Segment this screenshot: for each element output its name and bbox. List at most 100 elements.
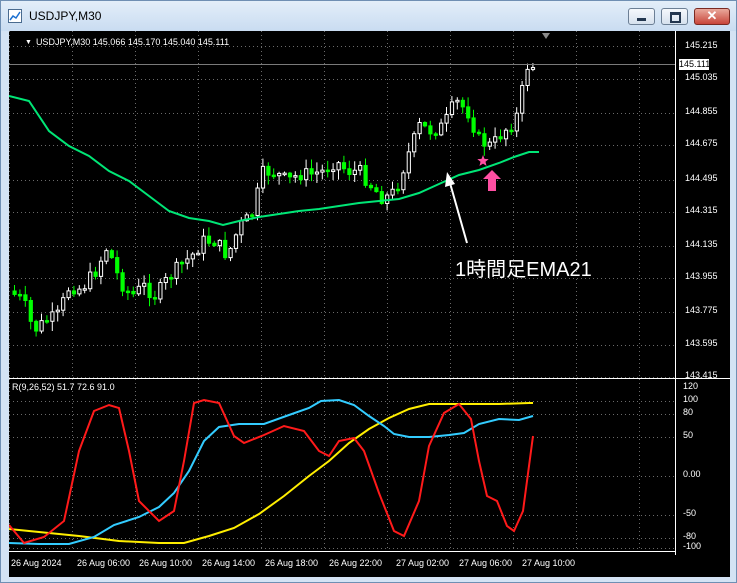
candle-body xyxy=(341,162,347,170)
price-tick-label: 144.315 xyxy=(685,205,718,215)
candle-body xyxy=(34,320,39,332)
candle-body xyxy=(71,290,77,295)
candle-body xyxy=(82,288,87,291)
time-tick-label: 26 Aug 18:00 xyxy=(265,558,319,568)
time-tick-label: 27 Aug 02:00 xyxy=(396,558,450,568)
candle-body xyxy=(514,112,519,132)
candle-body xyxy=(412,133,417,153)
candle-body xyxy=(331,169,336,173)
candle-body xyxy=(212,242,217,247)
maximize-button[interactable] xyxy=(661,8,688,25)
candle-body xyxy=(260,165,266,189)
candle-body xyxy=(131,290,136,295)
annotation-arrow-line xyxy=(449,182,468,244)
candle-body xyxy=(88,271,93,290)
candle-body xyxy=(449,101,455,116)
candle-body xyxy=(282,172,287,176)
candle-body xyxy=(147,282,152,299)
candle-body xyxy=(476,131,482,135)
oscillator-tick-label: 100 xyxy=(683,394,699,404)
window-title: USDJPY,M30 xyxy=(29,9,102,23)
candlestick-series xyxy=(12,63,536,337)
candle-body xyxy=(255,187,260,216)
time-tick-label: 26 Aug 10:00 xyxy=(139,558,193,568)
candle-body xyxy=(444,114,449,124)
candle-body xyxy=(493,136,498,143)
candle-body xyxy=(428,125,433,135)
candle-body xyxy=(530,67,536,70)
main-panel-header: USDJPY,M30 145.066 145.170 145.040 145.1… xyxy=(25,37,229,47)
candle-body xyxy=(17,293,23,297)
candle-body xyxy=(190,253,195,260)
candle-body xyxy=(179,261,185,265)
candle-body xyxy=(503,129,509,140)
candle-body xyxy=(93,271,98,277)
price-tick-label: 143.415 xyxy=(685,370,718,380)
oscillator-tick-label: 120 xyxy=(683,381,699,391)
candle-body xyxy=(158,282,163,300)
candle-body xyxy=(185,258,190,264)
rci-long-line xyxy=(9,402,533,544)
candle-body xyxy=(77,288,82,295)
candle-body xyxy=(433,133,438,136)
candle-body xyxy=(115,257,120,274)
candle-body xyxy=(239,220,244,236)
candle-body xyxy=(125,290,131,294)
candle-body xyxy=(142,282,147,287)
candle-body xyxy=(196,252,201,256)
candle-body xyxy=(417,122,422,135)
oscillator-header: R(9,26,52) 51.7 72.6 91.0 xyxy=(12,382,115,392)
title-bar[interactable]: USDJPY,M30 ✕ xyxy=(1,1,736,31)
candle-body xyxy=(293,175,298,178)
candle-body xyxy=(228,247,233,259)
chart-canvas[interactable] xyxy=(9,31,730,577)
oscillator-tick-label: 50 xyxy=(683,430,694,440)
candle-body xyxy=(174,261,179,279)
candle-body xyxy=(152,297,158,300)
time-tick-label: 27 Aug 10:00 xyxy=(522,558,576,568)
candle-body xyxy=(12,290,17,295)
candle-body xyxy=(169,277,174,280)
price-tick-label: 144.855 xyxy=(685,106,718,116)
time-tick-label: 26 Aug 14:00 xyxy=(202,558,256,568)
candle-body xyxy=(498,136,503,140)
price-tick-label: 145.035 xyxy=(685,72,718,82)
minimize-button[interactable] xyxy=(628,8,655,25)
oscillator-tick-label: 0.00 xyxy=(683,469,701,479)
time-tick-label: 26 Aug 22:00 xyxy=(329,558,383,568)
oscillator-tick-label: -80 xyxy=(683,531,697,541)
candle-body xyxy=(28,299,33,322)
candle-body xyxy=(98,260,104,277)
candle-body xyxy=(439,122,444,136)
candle-body xyxy=(368,184,374,189)
candle-body xyxy=(163,277,168,284)
candle-body xyxy=(406,151,411,174)
candle-body xyxy=(266,165,271,176)
rci-mid-line xyxy=(9,398,534,545)
chart-grid xyxy=(9,31,675,551)
chart-area[interactable]: USDJPY,M30 145.066 145.170 145.040 145.1… xyxy=(9,31,730,577)
candle-body xyxy=(277,172,282,177)
candle-body xyxy=(298,175,303,181)
price-tick-label: 145.215 xyxy=(685,40,718,50)
candle-body xyxy=(320,169,325,173)
candle-body xyxy=(104,250,109,262)
candle-body xyxy=(352,169,357,176)
candle-body xyxy=(466,106,471,119)
candle-body xyxy=(44,320,50,323)
candle-body xyxy=(525,68,530,86)
shift-marker-icon[interactable] xyxy=(542,33,550,39)
candle-body xyxy=(109,250,114,259)
price-tick-label: 144.675 xyxy=(685,138,718,148)
close-button[interactable]: ✕ xyxy=(694,8,730,25)
candle-body xyxy=(120,272,125,292)
chart-window-icon xyxy=(8,9,22,23)
price-tick-label: 143.955 xyxy=(685,271,718,281)
candle-body xyxy=(206,235,212,244)
time-tick-label: 27 Aug 06:00 xyxy=(459,558,513,568)
candle-body xyxy=(271,174,276,178)
price-tick-label: 143.595 xyxy=(685,338,718,348)
candle-body xyxy=(309,168,314,175)
time-tick-label: 26 Aug 06:00 xyxy=(77,558,131,568)
candle-body xyxy=(201,235,206,254)
